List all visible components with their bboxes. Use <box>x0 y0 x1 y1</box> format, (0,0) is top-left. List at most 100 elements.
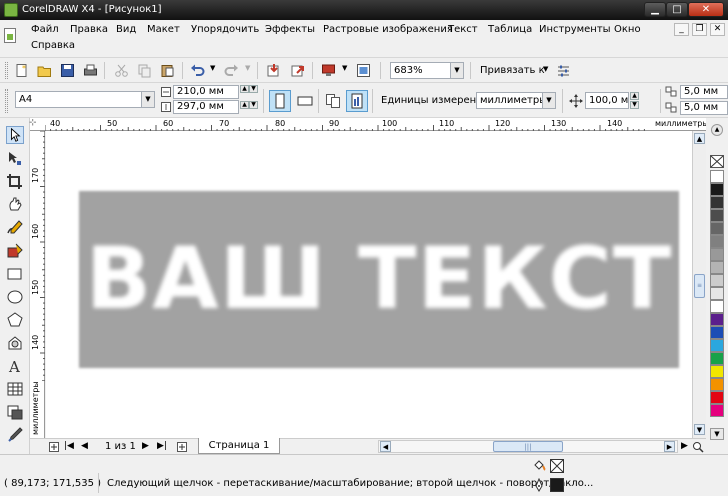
color-swatch[interactable] <box>710 339 724 352</box>
nudge-spin-down[interactable]: ▼ <box>630 101 639 109</box>
horizontal-scroll-thumb[interactable]: ||| <box>493 441 563 452</box>
duplicate-y-field[interactable]: 5,0 мм <box>680 101 728 115</box>
vertical-scrollbar[interactable]: ▲ ≡ ▼ <box>692 131 706 438</box>
document-icon[interactable] <box>4 28 16 43</box>
drawing-canvas[interactable]: ВАШ ТЕКСТ <box>46 131 692 438</box>
polygon-tool-icon[interactable] <box>6 311 24 329</box>
copy-icon[interactable] <box>137 63 152 78</box>
smart-fill-tool-icon[interactable] <box>6 242 24 260</box>
pick-tool-icon[interactable] <box>6 126 24 144</box>
last-page-button[interactable]: ▶| <box>157 441 167 451</box>
color-swatch[interactable] <box>710 183 724 196</box>
menu-help[interactable]: Справка <box>31 40 75 51</box>
page-tab-1[interactable]: Страница 1 <box>198 438 280 454</box>
color-swatch[interactable] <box>710 365 724 378</box>
landscape-orientation-icon[interactable] <box>294 90 316 112</box>
portrait-orientation-icon[interactable] <box>269 90 291 112</box>
color-swatch[interactable] <box>710 287 724 300</box>
add-page-before-icon[interactable] <box>48 441 60 453</box>
scroll-up-arrow[interactable]: ▲ <box>694 133 705 144</box>
nudge-spin-up[interactable]: ▲ <box>630 92 639 100</box>
horizontal-ruler[interactable]: ⊹ 40 50 60 70 80 90 100 110 120 130 140 … <box>29 118 709 131</box>
save-icon[interactable] <box>60 63 75 78</box>
menu-tools[interactable]: Инструменты <box>539 24 611 35</box>
menu-view[interactable]: Вид <box>116 24 136 35</box>
cut-icon[interactable] <box>114 63 129 78</box>
color-swatch[interactable] <box>710 313 724 326</box>
color-swatch[interactable] <box>710 378 724 391</box>
fill-bucket-icon[interactable] <box>532 459 546 473</box>
minimize-button[interactable]: ▁ <box>644 2 666 17</box>
coreldraw-app-icon[interactable] <box>4 3 18 17</box>
outline-pen-icon[interactable] <box>532 478 546 492</box>
shape-tool-icon[interactable] <box>6 150 24 168</box>
color-swatch[interactable] <box>710 248 724 261</box>
duplicate-x-field[interactable]: 5,0 мм <box>680 85 728 99</box>
color-swatch[interactable] <box>710 222 724 235</box>
outline-color-indicator[interactable] <box>550 478 564 492</box>
property-bar-grip[interactable] <box>5 89 8 113</box>
new-document-icon[interactable]: * <box>14 63 29 78</box>
mdi-close-button[interactable]: ✕ <box>710 23 725 36</box>
open-folder-icon[interactable] <box>37 63 52 78</box>
page-height-spin-up[interactable]: ▲ <box>240 101 249 109</box>
vertical-scroll-thumb[interactable]: ≡ <box>694 274 705 298</box>
previous-page-button[interactable]: ◀ <box>81 441 88 451</box>
mdi-restore-button[interactable]: ❐ <box>692 23 707 36</box>
zoom-dropdown-arrow[interactable]: ▼ <box>450 63 463 78</box>
page-width-spin-up[interactable]: ▲ <box>240 85 249 93</box>
color-swatch[interactable] <box>710 352 724 365</box>
units-dropdown-arrow[interactable]: ▼ <box>542 93 555 108</box>
paste-icon[interactable] <box>160 63 175 78</box>
fill-none-indicator[interactable] <box>550 459 564 473</box>
eyedropper-tool-icon[interactable] <box>6 426 24 444</box>
import-icon[interactable] <box>266 63 281 78</box>
redo-icon[interactable] <box>224 63 239 78</box>
export-icon[interactable] <box>290 63 305 78</box>
scroll-left-arrow[interactable]: ◀ <box>380 441 391 452</box>
application-launcher-icon[interactable] <box>321 63 336 78</box>
interactive-tool-icon[interactable] <box>6 403 24 421</box>
page-width-field[interactable]: 210,0 мм <box>173 85 239 99</box>
close-button[interactable]: ✕ <box>688 2 724 17</box>
basic-shapes-tool-icon[interactable] <box>6 334 24 352</box>
navigator-right-button[interactable]: ▶ <box>681 441 688 451</box>
palette-scroll-down[interactable]: ▼ <box>710 428 724 440</box>
all-pages-icon[interactable] <box>325 93 341 109</box>
menu-arrange[interactable]: Упорядочить <box>191 24 259 35</box>
zoom-tool-icon[interactable] <box>6 196 24 214</box>
snap-to-button[interactable]: Привязать к <box>480 65 545 76</box>
color-swatch[interactable] <box>710 196 724 209</box>
color-swatch[interactable] <box>710 274 724 287</box>
redo-dropdown-arrow[interactable]: ▼ <box>245 64 250 72</box>
ellipse-tool-icon[interactable] <box>6 288 24 306</box>
zoom-navigator-icon[interactable] <box>692 441 704 453</box>
text-tool-icon[interactable]: A <box>6 357 24 375</box>
options-icon[interactable] <box>556 63 571 78</box>
horizontal-scrollbar[interactable]: ◀ ||| ▶ <box>378 440 678 453</box>
color-swatch[interactable] <box>710 326 724 339</box>
artistic-text-object[interactable]: ВАШ ТЕКСТ <box>79 191 679 368</box>
page-size-combo[interactable]: A4 ▼ <box>15 91 155 108</box>
welcome-screen-icon[interactable] <box>356 63 371 78</box>
toolbar-grip[interactable] <box>5 62 8 79</box>
page-height-spin-down[interactable]: ▼ <box>249 101 258 109</box>
menu-effects[interactable]: Эффекты <box>265 24 315 35</box>
ruler-origin[interactable]: ⊹ <box>29 118 37 128</box>
snap-dropdown-arrow[interactable]: ▼ <box>543 65 548 73</box>
color-swatch[interactable] <box>710 261 724 274</box>
color-swatch[interactable] <box>710 404 724 417</box>
freehand-tool-icon[interactable] <box>6 219 24 237</box>
menu-layout[interactable]: Макет <box>147 24 180 35</box>
zoom-level-combo[interactable]: 683% ▼ <box>390 62 464 79</box>
no-color-swatch[interactable] <box>710 155 724 168</box>
print-icon[interactable] <box>83 63 98 78</box>
menu-window[interactable]: Окно <box>614 24 641 35</box>
maximize-button[interactable]: □ <box>666 2 688 17</box>
menu-bitmaps[interactable]: Растровые изображения <box>323 24 453 35</box>
color-swatch[interactable] <box>710 391 724 404</box>
page-height-field[interactable]: 297,0 мм <box>173 100 239 114</box>
rectangle-tool-icon[interactable] <box>6 265 24 283</box>
add-page-after-icon[interactable] <box>176 441 188 453</box>
undo-icon[interactable] <box>190 63 205 78</box>
